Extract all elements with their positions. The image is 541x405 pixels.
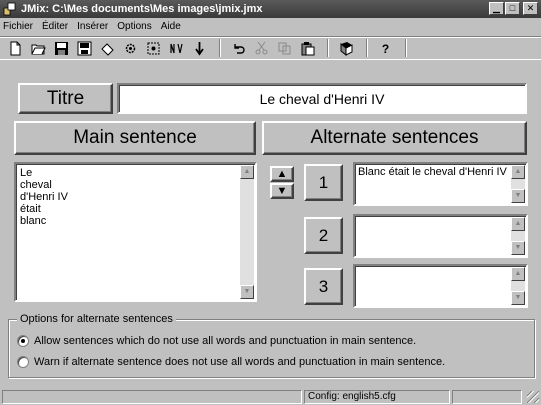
alternate-number-2[interactable]: 2 xyxy=(304,217,343,254)
menu-inserer[interactable]: Insérer xyxy=(77,21,108,32)
scroll-up-icon[interactable]: ▲ xyxy=(240,165,254,179)
save-as-icon[interactable] xyxy=(75,39,93,57)
main-sentence-label: Main sentence xyxy=(14,121,256,155)
arrow-up-icon: ▲ xyxy=(276,168,288,180)
title-bar[interactable]: JMix: C:\Mes documents\Mes images\jmix.j… xyxy=(0,0,541,18)
toolbar-separator xyxy=(366,39,368,57)
new-file-icon[interactable] xyxy=(6,39,24,57)
main-word: cheval xyxy=(20,179,52,191)
main-scrollbar[interactable]: ▲ ▼ xyxy=(240,165,254,299)
arrow-down-icon: ▼ xyxy=(276,185,288,197)
radio-checked-icon[interactable] xyxy=(17,335,29,347)
scroll-down-icon[interactable]: ▼ xyxy=(511,291,525,305)
titre-label: Titre xyxy=(18,83,113,114)
menu-bar: Fichier Éditer Insérer Options Aide xyxy=(0,18,541,35)
scroll-up-icon[interactable]: ▲ xyxy=(511,217,525,231)
menu-aide[interactable]: Aide xyxy=(161,21,181,32)
undo-icon[interactable] xyxy=(229,39,247,57)
app-icon xyxy=(3,2,16,16)
main-sentence-textarea[interactable]: Le cheval d'Henri IV était blanc ▲ ▼ xyxy=(14,162,257,302)
scroll-down-icon[interactable]: ▼ xyxy=(511,189,525,203)
eraser-icon[interactable] xyxy=(98,39,116,57)
options-group-title: Options for alternate sentences xyxy=(17,313,176,325)
minimize-button[interactable]: ▁ xyxy=(489,2,504,15)
options-groupbox: Options for alternate sentences Allow se… xyxy=(8,313,535,378)
open-folder-icon[interactable] xyxy=(29,39,47,57)
alt1-scrollbar[interactable]: ▲ ▼ xyxy=(511,165,525,203)
option-warn-label: Warn if alternate sentence does not use … xyxy=(34,356,446,368)
toolbar-separator xyxy=(219,39,221,57)
radio-unchecked-icon[interactable] xyxy=(17,356,29,368)
help-book-icon[interactable] xyxy=(337,39,355,57)
main-word: d'Henri IV xyxy=(20,191,68,203)
scroll-down-icon[interactable]: ▼ xyxy=(511,241,525,255)
menu-fichier[interactable]: Fichier xyxy=(3,21,33,32)
paste-icon[interactable] xyxy=(298,39,316,57)
menu-editer[interactable]: Éditer xyxy=(42,21,68,32)
export-icon[interactable] xyxy=(167,39,185,57)
option-warn-radio[interactable]: Warn if alternate sentence does not use … xyxy=(17,356,445,368)
main-word: Le xyxy=(20,167,33,179)
settings-gear-icon[interactable] xyxy=(144,39,162,57)
status-panel-right xyxy=(452,390,522,404)
alternate-number-3[interactable]: 3 xyxy=(304,268,343,305)
svg-text:?: ? xyxy=(381,42,388,56)
status-panel-left xyxy=(2,390,302,404)
main-word: était xyxy=(20,203,41,215)
alt2-scrollbar[interactable]: ▲ ▼ xyxy=(511,217,525,255)
download-icon[interactable] xyxy=(190,39,208,57)
toolbar-separator xyxy=(327,39,329,57)
menu-options[interactable]: Options xyxy=(117,21,151,32)
resize-grip-icon[interactable] xyxy=(527,391,539,403)
toolbar: ? xyxy=(0,36,541,60)
alt3-scrollbar[interactable]: ▲ ▼ xyxy=(511,267,525,305)
scroll-up-icon[interactable]: ▲ xyxy=(511,267,525,281)
maximize-button[interactable]: □ xyxy=(505,2,520,15)
status-config: Config: english5.cfg xyxy=(304,390,450,404)
titre-input[interactable]: Le cheval d'Henri IV xyxy=(117,83,527,114)
copy-icon[interactable] xyxy=(275,39,293,57)
toolbar-separator xyxy=(405,39,407,57)
option-allow-radio[interactable]: Allow sentences which do not use all wor… xyxy=(17,335,416,347)
scroll-up-icon[interactable]: ▲ xyxy=(511,165,525,179)
scroll-down-icon[interactable]: ▼ xyxy=(240,285,254,299)
alternate-sentence-3-field[interactable]: ▲ ▼ xyxy=(353,264,528,308)
close-button[interactable]: ✕ xyxy=(523,2,538,15)
save-icon[interactable] xyxy=(52,39,70,57)
alternate-sentence-1-field[interactable]: Blanc était le cheval d'Henri IV ▲ ▼ xyxy=(353,162,528,206)
cut-icon[interactable] xyxy=(252,39,270,57)
main-word: blanc xyxy=(20,215,47,227)
alternate-sentences-label: Alternate sentences xyxy=(262,121,527,155)
move-down-button[interactable]: ▼ xyxy=(270,183,294,199)
gear-icon[interactable] xyxy=(121,39,139,57)
move-up-button[interactable]: ▲ xyxy=(270,166,294,182)
alternate-number-1[interactable]: 1 xyxy=(304,164,343,201)
option-allow-label: Allow sentences which do not use all wor… xyxy=(34,335,417,347)
help-icon[interactable]: ? xyxy=(376,39,394,57)
alternate-sentence-2-field[interactable]: ▲ ▼ xyxy=(353,214,528,258)
status-bar: Config: english5.cfg xyxy=(0,388,541,405)
alternate-sentence-1-text: Blanc était le cheval d'Henri IV xyxy=(358,166,507,178)
window-title: JMix: C:\Mes documents\Mes images\jmix.j… xyxy=(21,3,263,15)
jmix-window: JMix: C:\Mes documents\Mes images\jmix.j… xyxy=(0,0,541,405)
